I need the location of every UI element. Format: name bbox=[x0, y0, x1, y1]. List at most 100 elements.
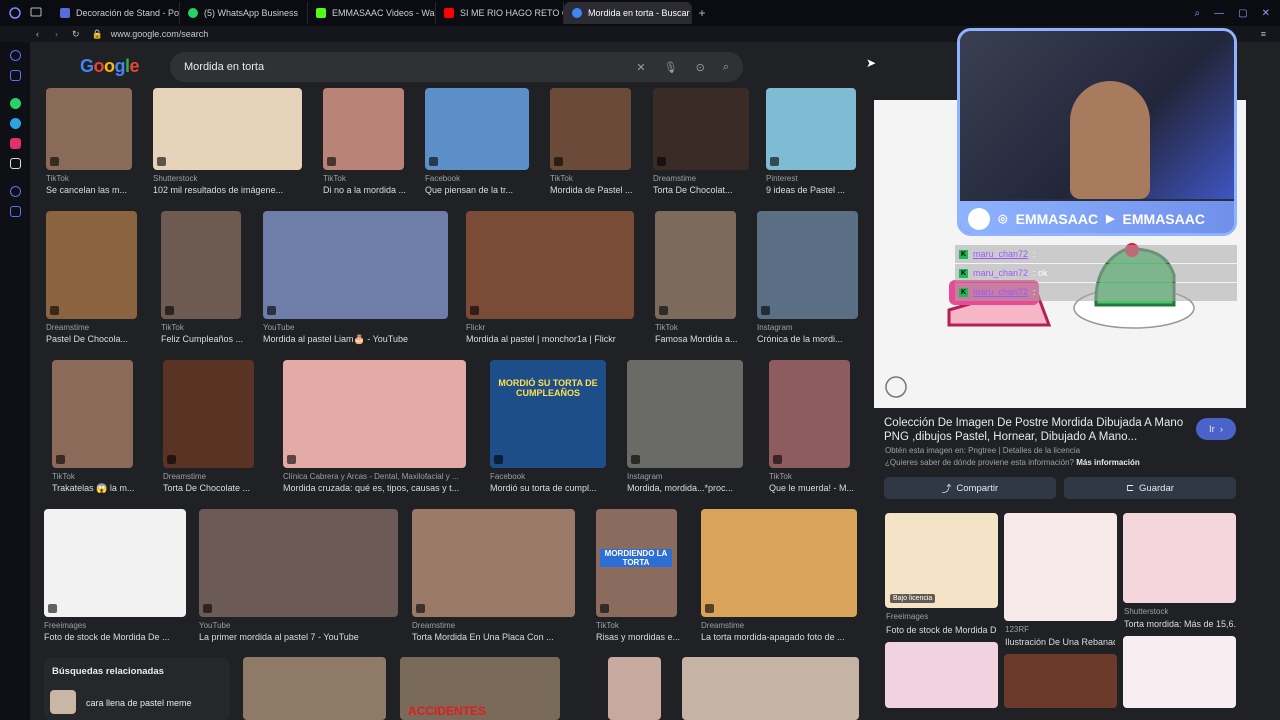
telegram-icon[interactable] bbox=[10, 118, 21, 129]
result-caption[interactable]: Mordida al pastel Liam🎂 - YouTube bbox=[263, 334, 448, 345]
result-thumbnail[interactable] bbox=[550, 88, 631, 170]
result-caption[interactable]: Mordida de Pastel ... bbox=[550, 185, 670, 195]
tab-youtube[interactable]: SI ME RIO HAGO RETO C bbox=[436, 2, 564, 24]
result-thumbnail[interactable] bbox=[627, 360, 743, 468]
result-thumbnail[interactable] bbox=[766, 88, 856, 170]
result-thumbnail[interactable] bbox=[163, 360, 254, 468]
result-thumbnail[interactable] bbox=[769, 360, 850, 468]
tab-whatsapp[interactable]: (5) WhatsApp Business bbox=[180, 2, 308, 24]
result-caption[interactable]: Mordida, mordida...*proc... bbox=[627, 483, 747, 493]
result-caption[interactable]: Risas y mordidas e... bbox=[596, 632, 716, 642]
result-thumbnail[interactable] bbox=[682, 657, 859, 720]
result-thumbnail[interactable] bbox=[243, 657, 386, 720]
related-caption[interactable]: Foto de stock de Mordida D... bbox=[886, 625, 996, 635]
result-thumbnail[interactable] bbox=[757, 211, 858, 319]
related-item[interactable]: cara llena de pastel meme bbox=[86, 698, 192, 708]
tab-overview-icon[interactable] bbox=[30, 4, 52, 22]
result-thumbnail[interactable] bbox=[46, 88, 132, 170]
result-caption[interactable]: Que le muerda! - M... bbox=[769, 483, 889, 493]
result-source: Dreamstime bbox=[46, 323, 90, 332]
go-button[interactable]: Ir › bbox=[1196, 418, 1236, 440]
result-thumbnail[interactable] bbox=[263, 211, 448, 319]
result-caption[interactable]: Foto de stock de Mordida De ... bbox=[44, 632, 186, 642]
result-caption[interactable]: Mordida cruzada: qué es, tipos, causas y… bbox=[283, 483, 466, 493]
related-caption[interactable]: Torta mordida: Más de 15,6... bbox=[1124, 619, 1236, 629]
more-info-link[interactable]: Más información bbox=[1076, 458, 1140, 467]
related-image[interactable]: Bajo licencia bbox=[885, 513, 998, 608]
result-thumbnail[interactable]: MORDIENDO LA TORTA bbox=[596, 509, 677, 617]
close-icon[interactable]: ✕ bbox=[1262, 8, 1270, 19]
result-thumbnail[interactable] bbox=[466, 211, 634, 319]
result-caption[interactable]: Trakatelas 😱 la m... bbox=[52, 483, 172, 494]
result-thumbnail[interactable] bbox=[701, 509, 857, 617]
result-thumbnail[interactable] bbox=[608, 657, 661, 720]
result-thumbnail[interactable] bbox=[161, 211, 241, 319]
forward-icon[interactable]: › bbox=[55, 29, 58, 39]
google-logo[interactable]: Google bbox=[80, 56, 140, 77]
share-button[interactable]: ⤴ Compartir bbox=[884, 477, 1056, 499]
microphone-icon[interactable]: 🎙 bbox=[664, 61, 678, 74]
browser-menu-icon[interactable] bbox=[0, 2, 30, 24]
maximize-icon[interactable]: ▢ bbox=[1238, 8, 1247, 19]
result-caption[interactable]: Mordida al pastel | monchor1a | Flickr bbox=[466, 334, 634, 344]
whatsapp-icon[interactable] bbox=[10, 98, 21, 109]
result-thumbnail[interactable] bbox=[283, 360, 466, 468]
result-thumbnail[interactable] bbox=[412, 509, 575, 617]
preview-title[interactable]: Colección De Imagen De Postre Mordida Di… bbox=[884, 416, 1184, 444]
result-caption[interactable]: Se cancelan las m... bbox=[46, 185, 166, 195]
result-caption[interactable]: Torta Mordida En Una Placa Con ... bbox=[412, 632, 575, 642]
search-tabs-icon[interactable]: ⌕ bbox=[1195, 8, 1201, 19]
related-image[interactable] bbox=[1004, 654, 1117, 708]
new-tab-button[interactable]: + bbox=[692, 6, 712, 20]
tab-emmasaac[interactable]: EMMASAAC Videos - Wa bbox=[308, 2, 436, 24]
result-thumbnail[interactable] bbox=[323, 88, 404, 170]
result-caption[interactable]: Pastel De Chocola... bbox=[46, 334, 166, 344]
result-caption[interactable]: La primer mordida al pastel 7 - YouTube bbox=[199, 632, 398, 642]
result-caption[interactable]: Torta De Chocolat... bbox=[653, 185, 773, 195]
search-icon[interactable]: ⌕ bbox=[723, 61, 729, 74]
result-thumbnail[interactable] bbox=[655, 211, 736, 319]
extension-icon[interactable] bbox=[10, 70, 21, 81]
related-image[interactable] bbox=[885, 642, 998, 708]
result-thumbnail[interactable] bbox=[44, 509, 186, 617]
result-caption[interactable]: Que piensan de la tr... bbox=[425, 185, 545, 195]
result-caption[interactable]: 9 ideas de Pastel ... bbox=[766, 185, 886, 195]
result-thumbnail[interactable] bbox=[199, 509, 398, 617]
related-caption[interactable]: Ilustración De Una Rebanad... bbox=[1005, 637, 1115, 647]
result-thumbnail[interactable]: ACCIDENTES bbox=[400, 657, 560, 720]
result-caption[interactable]: 102 mil resultados de imágene... bbox=[153, 185, 302, 195]
search-box[interactable]: Mordida en torta ✕ 🎙 ⊙ ⌕ bbox=[170, 52, 743, 82]
result-thumbnail[interactable] bbox=[46, 211, 137, 319]
clock-icon[interactable] bbox=[10, 186, 21, 197]
lens-icon[interactable]: ⊙ bbox=[696, 61, 705, 74]
back-icon[interactable]: ‹ bbox=[36, 29, 39, 39]
result-caption[interactable]: Torta De Chocolate ... bbox=[163, 483, 283, 493]
tab-decoracion[interactable]: Decoración de Stand - Po bbox=[52, 2, 180, 24]
url-bar[interactable]: www.google.com/search bbox=[111, 29, 209, 39]
result-caption[interactable]: Crónica de la mordi... bbox=[757, 334, 877, 344]
result-caption[interactable]: Mordió su torta de cumpl... bbox=[490, 483, 610, 493]
minimize-icon[interactable]: — bbox=[1214, 8, 1224, 19]
result-thumbnail[interactable] bbox=[153, 88, 302, 170]
result-thumbnail[interactable] bbox=[52, 360, 133, 468]
reload-icon[interactable]: ↻ bbox=[72, 29, 80, 40]
result-thumbnail[interactable] bbox=[653, 88, 749, 170]
result-thumbnail[interactable] bbox=[425, 88, 529, 170]
related-image[interactable] bbox=[1123, 513, 1236, 603]
tiktok-icon[interactable] bbox=[10, 158, 21, 169]
clear-icon[interactable]: ✕ bbox=[636, 61, 645, 74]
history-icon[interactable] bbox=[10, 50, 21, 61]
result-caption[interactable]: La torta mordida-apagado foto de ... bbox=[701, 632, 857, 642]
save-button[interactable]: ⊏ Guardar bbox=[1064, 477, 1236, 499]
result-thumbnail[interactable]: MORDIÓ SU TORTA DE CUMPLEAÑOS bbox=[490, 360, 606, 468]
related-searches[interactable]: Búsquedas relacionadas cara llena de pas… bbox=[44, 658, 230, 720]
streamer-avatar bbox=[1070, 81, 1150, 199]
instagram-icon[interactable] bbox=[10, 138, 21, 149]
download-icon[interactable] bbox=[10, 206, 21, 217]
play-icon bbox=[48, 604, 57, 613]
tab-google-search[interactable]: Mordida en torta - Buscar bbox=[564, 2, 692, 24]
search-input[interactable]: Mordida en torta bbox=[184, 61, 264, 73]
related-image[interactable] bbox=[1004, 513, 1117, 621]
related-image[interactable] bbox=[1123, 636, 1236, 708]
menu-icon[interactable]: ≡ bbox=[1261, 29, 1266, 39]
